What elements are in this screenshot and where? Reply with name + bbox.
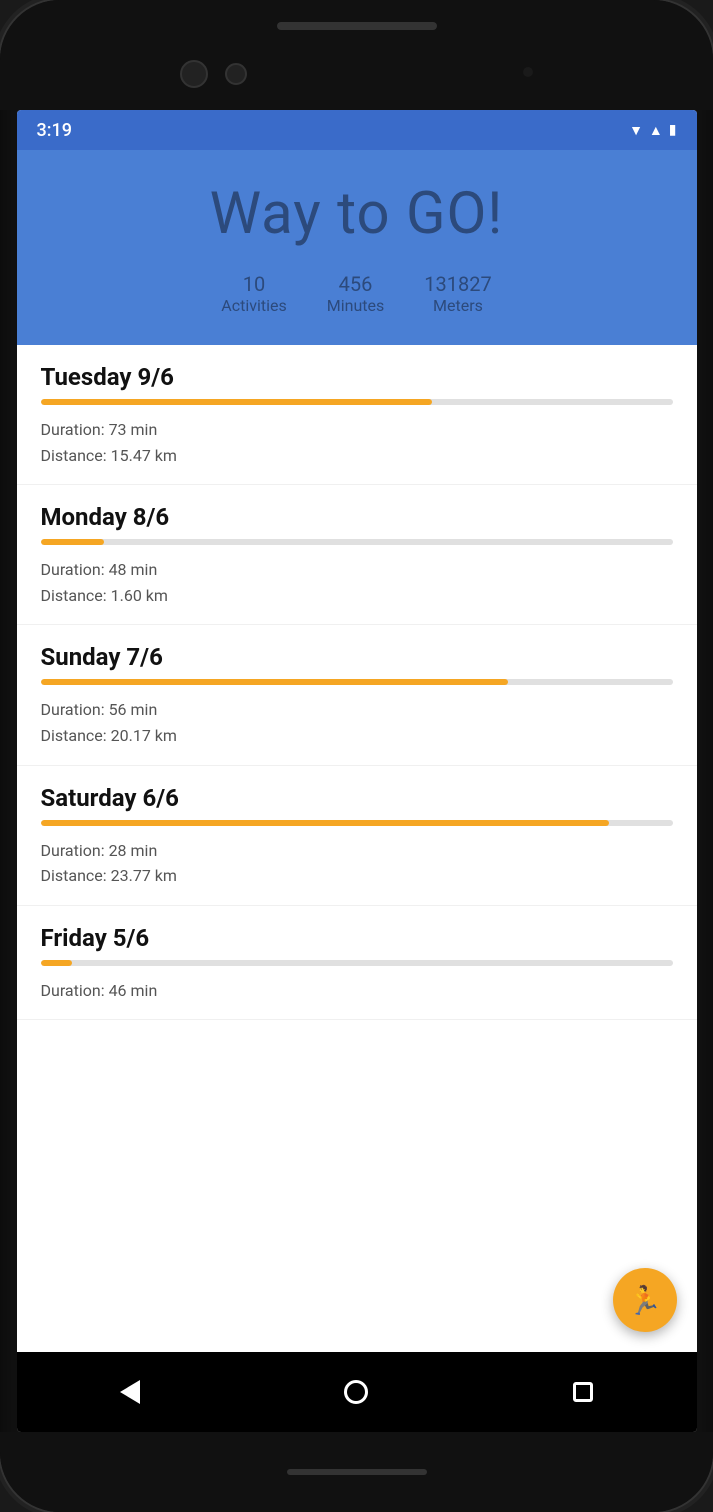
- status-time: 3:19: [37, 120, 72, 141]
- bottom-bar: [287, 1469, 427, 1475]
- activity-day: Friday 5/6: [41, 924, 673, 952]
- nav-back-button[interactable]: [110, 1372, 150, 1412]
- activity-entry[interactable]: Monday 8/6 Duration: 48 minDistance: 1.60…: [17, 485, 697, 625]
- phone-top-bar: [0, 0, 713, 110]
- activity-entry[interactable]: Saturday 6/6 Duration: 28 minDistance: 23…: [17, 766, 697, 906]
- progress-bar-container: [41, 960, 673, 966]
- progress-bar-fill: [41, 820, 610, 826]
- home-icon: [344, 1380, 368, 1404]
- hero-section: Way to GO! 10 Activities 456 Minutes 131…: [17, 150, 697, 345]
- stat-activities-number: 10: [243, 272, 265, 296]
- progress-bar-fill: [41, 399, 433, 405]
- hero-stats: 10 Activities 456 Minutes 131827 Meters: [37, 272, 677, 315]
- wifi-icon: ▼: [629, 122, 643, 139]
- run-icon: 🏃: [627, 1284, 662, 1317]
- progress-bar-container: [41, 820, 673, 826]
- activity-entry[interactable]: Friday 5/6 Duration: 46 min: [17, 906, 697, 1021]
- progress-bar-container: [41, 539, 673, 545]
- stat-meters-label: Meters: [433, 296, 483, 315]
- nav-home-button[interactable]: [336, 1372, 376, 1412]
- phone-frame: 3:19 ▼ ▲ ▮ Way to GO! 10 Activities 456 …: [0, 0, 713, 1512]
- activity-entry[interactable]: Tuesday 9/6 Duration: 73 minDistance: 15.…: [17, 345, 697, 485]
- activity-entry[interactable]: Sunday 7/6 Duration: 56 minDistance: 20.1…: [17, 625, 697, 765]
- nav-recent-button[interactable]: [563, 1372, 603, 1412]
- stat-meters-number: 131827: [424, 272, 491, 296]
- stat-minutes-label: Minutes: [327, 296, 385, 315]
- stat-meters: 131827 Meters: [424, 272, 491, 315]
- front-camera-dot: [523, 67, 533, 77]
- speaker-grille: [277, 22, 437, 30]
- stat-activities: 10 Activities: [221, 272, 286, 315]
- activity-day: Tuesday 9/6: [41, 363, 673, 391]
- activity-day: Sunday 7/6: [41, 643, 673, 671]
- nav-bar: [17, 1352, 697, 1432]
- recent-icon: [573, 1382, 593, 1402]
- progress-bar-container: [41, 679, 673, 685]
- progress-bar-container: [41, 399, 673, 405]
- stat-activities-label: Activities: [221, 296, 286, 315]
- activity-detail: Duration: 56 minDistance: 20.17 km: [41, 697, 673, 748]
- status-bar: 3:19 ▼ ▲ ▮: [17, 110, 697, 150]
- hero-title: Way to GO!: [37, 180, 677, 248]
- battery-icon: ▮: [669, 122, 677, 138]
- activity-day: Saturday 6/6: [41, 784, 673, 812]
- stat-minutes-number: 456: [339, 272, 373, 296]
- fab-button[interactable]: 🏃: [613, 1268, 677, 1332]
- progress-bar-fill: [41, 679, 509, 685]
- activity-detail: Duration: 46 min: [41, 978, 673, 1004]
- activities-list[interactable]: Tuesday 9/6 Duration: 73 minDistance: 15.…: [17, 345, 697, 1352]
- activity-detail: Duration: 48 minDistance: 1.60 km: [41, 557, 673, 608]
- signal-icon: ▲: [649, 122, 663, 139]
- screen: 3:19 ▼ ▲ ▮ Way to GO! 10 Activities 456 …: [17, 110, 697, 1432]
- activity-day: Monday 8/6: [41, 503, 673, 531]
- phone-bottom: [0, 1432, 713, 1512]
- stat-minutes: 456 Minutes: [327, 272, 385, 315]
- camera-right: [225, 63, 247, 85]
- camera-left: [180, 60, 208, 88]
- activity-detail: Duration: 73 minDistance: 15.47 km: [41, 417, 673, 468]
- progress-bar-fill: [41, 539, 104, 545]
- progress-bar-fill: [41, 960, 73, 966]
- back-icon: [120, 1380, 140, 1404]
- activity-detail: Duration: 28 minDistance: 23.77 km: [41, 838, 673, 889]
- status-icons: ▼ ▲ ▮: [629, 122, 676, 139]
